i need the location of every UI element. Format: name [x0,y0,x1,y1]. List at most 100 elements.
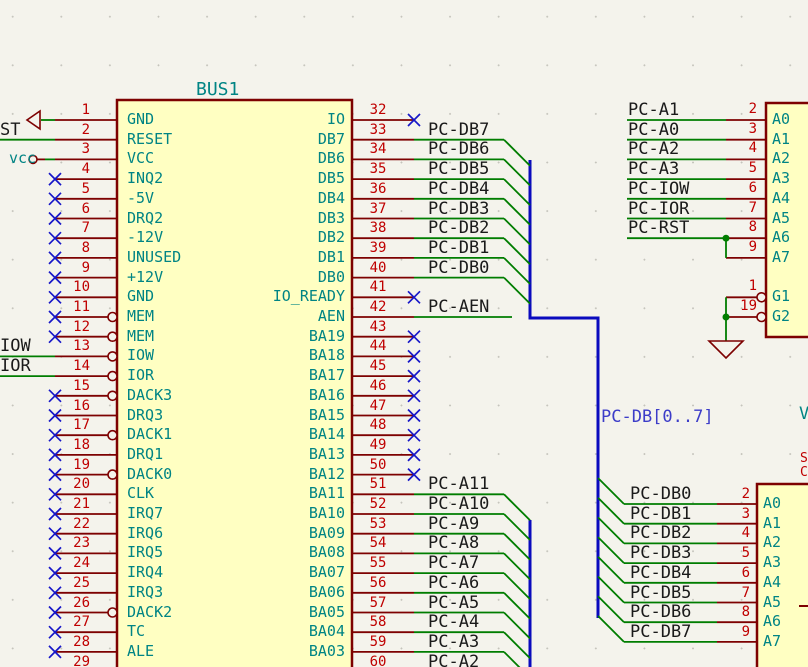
pin-number[interactable]: 19 [50,458,90,473]
pin-name[interactable]: DB5 [120,171,345,187]
net-label[interactable]: PC-A3 [628,161,679,179]
bus-entry-wire[interactable] [504,553,530,579]
pin-name[interactable]: BA12 [120,467,345,483]
pin-name[interactable]: A3 [772,171,790,187]
pin-name[interactable]: A4 [763,575,781,591]
pin-number[interactable]: 9 [710,625,750,640]
pin-number[interactable]: 34 [364,142,392,157]
edge-label-fragment[interactable]: ST [0,122,20,140]
pin-number[interactable]: 1 [50,103,90,118]
pin-name[interactable]: BA10 [120,506,345,522]
net-label[interactable]: PC-AEN [428,299,489,317]
pin-name[interactable]: DB7 [120,132,345,148]
bus-entry-wire[interactable] [504,258,530,284]
pin-name[interactable]: DB4 [120,191,345,207]
net-label[interactable]: PC-DB7 [428,122,489,140]
pin-number[interactable]: 16 [50,399,90,414]
pin-number[interactable]: 25 [50,576,90,591]
pin-number[interactable]: 9 [717,240,757,255]
pin-number[interactable]: 27 [50,615,90,630]
pin-number[interactable]: 51 [364,477,392,492]
pin-number[interactable]: 6 [717,181,757,196]
pin-name[interactable]: BA08 [120,545,345,561]
pin-number[interactable]: 10 [50,280,90,295]
pin-number[interactable]: 47 [364,399,392,414]
pin-number[interactable]: 24 [50,556,90,571]
pin-name[interactable]: DB3 [120,211,345,227]
bus-label[interactable]: PC-DB[0..7] [601,409,714,427]
pin-number[interactable]: 2 [710,487,750,502]
net-label[interactable]: PC-A4 [428,614,479,632]
pin-number[interactable]: 59 [364,635,392,650]
pin-number[interactable]: 7 [710,586,750,601]
pin-number[interactable]: 29 [50,655,90,667]
pin-number[interactable]: 18 [50,438,90,453]
pin-number[interactable]: 37 [364,202,392,217]
pin-name[interactable]: A0 [763,496,781,512]
ground-icon[interactable] [709,341,743,358]
pin-number[interactable]: 33 [364,123,392,138]
bus-entry-wire[interactable] [504,278,530,304]
pin-number[interactable]: 6 [710,566,750,581]
bus-entry-wire[interactable] [598,517,624,543]
pin-number[interactable]: 45 [364,359,392,374]
pin-number[interactable]: 7 [717,201,757,216]
pin-name[interactable]: A1 [772,132,790,148]
pin-name[interactable]: A4 [772,191,790,207]
pin-number[interactable]: 5 [717,161,757,176]
pin-number[interactable]: 3 [710,507,750,522]
pin-name[interactable]: BA11 [120,486,345,502]
edge-label-fragment[interactable]: S [800,452,808,466]
pin-number[interactable]: 21 [50,497,90,512]
pin-name[interactable]: BA04 [120,624,345,640]
bus-entry-wire[interactable] [504,514,530,540]
pin-number[interactable]: 42 [364,300,392,315]
pin-number[interactable]: 52 [364,497,392,512]
bus-entry-wire[interactable] [598,557,624,583]
net-label[interactable]: PC-A11 [428,476,489,494]
pin-number[interactable]: 8 [717,220,757,235]
pin-number[interactable]: 41 [364,280,392,295]
pin-number[interactable]: 36 [364,182,392,197]
pin-number[interactable]: 43 [364,320,392,335]
pin-number[interactable]: 8 [710,605,750,620]
net-label[interactable]: PC-IOR [628,201,689,219]
net-label[interactable]: PC-DB1 [428,240,489,258]
pin-number[interactable]: 4 [710,526,750,541]
edge-label-fragment[interactable]: IOW [0,338,31,356]
bus-entry-wire[interactable] [504,159,530,185]
bus-entry-wire[interactable] [598,478,624,504]
pin-number[interactable]: 7 [50,221,90,236]
net-label[interactable]: PC-A2 [428,654,479,667]
pin-name[interactable]: DB6 [120,151,345,167]
pin-number[interactable]: 20 [50,477,90,492]
pin-number[interactable]: 11 [50,300,90,315]
pin-number[interactable]: 3 [717,122,757,137]
pin-name[interactable]: A0 [772,112,790,128]
pin-name[interactable]: IO [120,112,345,128]
pin-name[interactable]: A3 [763,555,781,571]
pin-number[interactable]: 14 [50,359,90,374]
edge-label-fragment[interactable]: IOR [0,358,31,376]
bus-entry-wire[interactable] [504,632,530,658]
pin-name[interactable]: BA18 [120,348,345,364]
net-label[interactable]: PC-RST [628,220,689,238]
net-label[interactable]: PC-A1 [628,102,679,120]
bus-entry-wire[interactable] [598,616,624,642]
pin-number[interactable]: 58 [364,615,392,630]
net-label[interactable]: PC-DB3 [630,545,691,563]
net-label[interactable]: PC-A9 [428,516,479,534]
net-label[interactable]: PC-DB7 [630,624,691,642]
pin-name[interactable]: BA16 [120,388,345,404]
pin-name[interactable]: BA05 [120,605,345,621]
pin-name[interactable]: AEN [120,309,345,325]
pin-number[interactable]: 22 [50,517,90,532]
pin-number[interactable]: 2 [50,123,90,138]
pin-name[interactable]: BA09 [120,526,345,542]
bus-entry-wire[interactable] [504,494,530,520]
pin-number[interactable]: 56 [364,576,392,591]
pin-number[interactable]: 54 [364,536,392,551]
net-label[interactable]: PC-DB4 [428,181,489,199]
pin-name[interactable]: A1 [763,516,781,532]
pin-name[interactable]: A5 [763,595,781,611]
